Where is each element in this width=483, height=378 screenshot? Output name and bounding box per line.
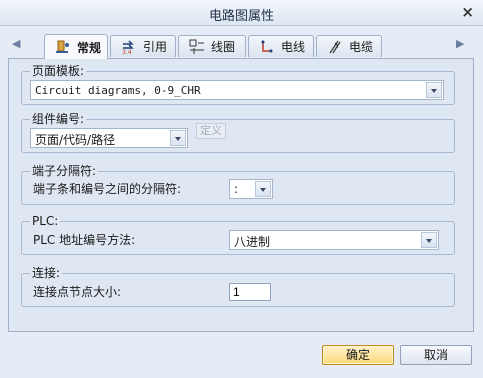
svg-text:3.4: 3.4	[122, 49, 132, 55]
page-template-group: 页面模板: Circuit diagrams, 0-9_CHR	[21, 64, 455, 105]
connection-legend: 连接:	[30, 266, 63, 280]
terminal-separator-select[interactable]: :	[229, 179, 273, 199]
terminal-separator-group: 端子分隔符: 端子条和编号之间的分隔符: :	[21, 164, 455, 205]
window-title: 电路图属性	[208, 9, 274, 24]
tab-label: 引用	[143, 40, 168, 54]
chevron-down-icon[interactable]	[255, 181, 271, 197]
component-numbering-group: 组件编号: 页面/代码/路径 定义	[21, 112, 455, 153]
tab-label: 电缆	[349, 40, 374, 54]
tab-panel-general: 页面模板: Circuit diagrams, 0-9_CHR 组件编号: 页面…	[8, 58, 474, 332]
connection-group: 连接: 连接点节点大小:	[21, 266, 455, 307]
plc-legend: PLC:	[30, 214, 61, 228]
tab-label: 电线	[281, 40, 306, 54]
plc-numbering-label: PLC 地址编号方法:	[33, 233, 136, 247]
wire-icon	[259, 39, 275, 55]
chevron-down-icon[interactable]	[421, 232, 437, 248]
chevron-down-icon[interactable]	[170, 130, 186, 146]
cable-icon	[327, 39, 343, 55]
define-button[interactable]: 定义	[196, 123, 226, 139]
settings-icon	[55, 39, 71, 55]
terminal-separator-legend: 端子分隔符:	[30, 164, 99, 178]
component-numbering-select[interactable]: 页面/代码/路径	[30, 128, 188, 148]
plc-group: PLC: PLC 地址编号方法: 八进制	[21, 214, 455, 255]
page-template-value: Circuit diagrams, 0-9_CHR	[35, 84, 201, 97]
tab-coil[interactable]: 线圈	[178, 35, 246, 57]
cancel-button[interactable]: 取消	[400, 345, 472, 365]
page-template-legend: 页面模板:	[30, 64, 87, 78]
component-numbering-legend: 组件编号:	[30, 112, 87, 126]
connection-node-size-label: 连接点节点大小:	[33, 285, 122, 299]
tab-wire[interactable]: 电线	[248, 35, 314, 57]
tab-general[interactable]: 常规	[44, 34, 108, 59]
tab-references[interactable]: 3.4 引用	[110, 35, 176, 57]
terminal-separator-value: :	[234, 182, 239, 196]
ok-button[interactable]: 确定	[322, 345, 394, 365]
chevron-down-icon[interactable]	[426, 82, 442, 98]
title-bar: 电路图属性 ×	[0, 0, 483, 26]
tab-scroll-right-icon[interactable]: ▶	[456, 37, 464, 50]
coil-icon	[189, 39, 205, 55]
tab-scroll-left-icon[interactable]: ◀	[12, 37, 20, 50]
terminal-separator-label: 端子条和编号之间的分隔符:	[33, 182, 182, 196]
plc-numbering-select[interactable]: 八进制	[229, 230, 439, 250]
connection-node-size-input[interactable]	[229, 283, 271, 301]
close-icon[interactable]: ×	[461, 3, 474, 21]
tab-cable[interactable]: 电缆	[316, 35, 382, 57]
tab-label: 线圈	[211, 40, 236, 54]
plc-numbering-value: 八进制	[234, 235, 271, 249]
reference-icon: 3.4	[121, 39, 137, 56]
tab-bar: ◀ 常规 3.4 引用 线圈 电线 电缆 ▶	[0, 34, 483, 59]
tab-label: 常规	[77, 40, 102, 55]
page-template-select[interactable]: Circuit diagrams, 0-9_CHR	[30, 80, 444, 100]
component-numbering-value: 页面/代码/路径	[35, 133, 116, 147]
